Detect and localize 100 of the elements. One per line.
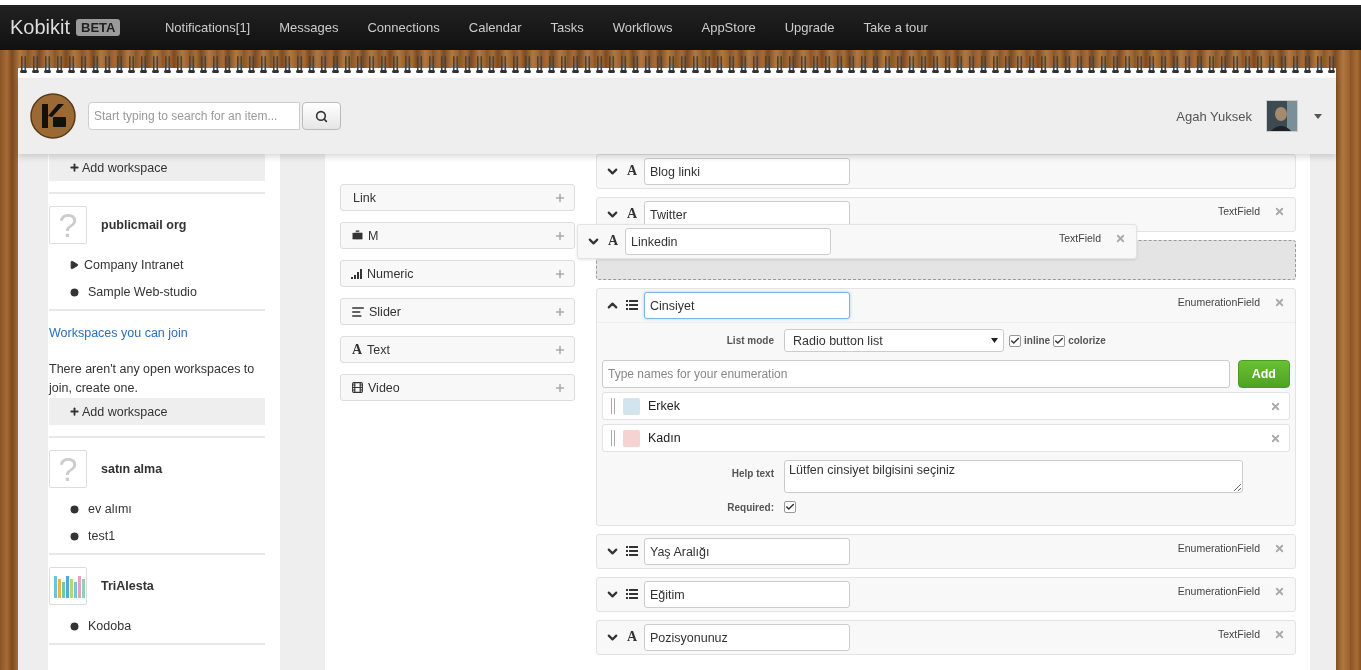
close-icon[interactable]: [1274, 629, 1285, 640]
film-icon: [351, 381, 364, 394]
drag-handle-icon[interactable]: [611, 398, 615, 414]
add-icon[interactable]: [554, 229, 566, 242]
close-icon[interactable]: [1274, 543, 1285, 554]
field-type-label: TextField: [1059, 232, 1101, 244]
letter-icon: A: [626, 163, 638, 179]
field-type-label: EnumerationField: [1177, 296, 1260, 308]
search-icon: [315, 109, 328, 123]
help-text-label: Help text: [730, 467, 774, 479]
field-name-input[interactable]: Cinsiyet: [644, 292, 850, 319]
info-text: There aren't any open workspaces to join, create one.: [49, 361, 256, 397]
plus-icon: [69, 162, 80, 173]
list-mode-label: List mode: [725, 335, 774, 346]
add-icon[interactable]: [554, 343, 566, 356]
nav-link[interactable]: Notifications[1]: [150, 20, 265, 35]
nav-link[interactable]: Connections: [353, 20, 455, 35]
color-swatch[interactable]: [623, 429, 640, 447]
search-field[interactable]: Start typing to search for an item...: [88, 102, 300, 130]
workspace-item[interactable]: Company Intranet: [69, 259, 265, 271]
add-icon[interactable]: [554, 381, 566, 394]
nav-link[interactable]: Take a tour: [849, 20, 943, 35]
add-icon[interactable]: [554, 191, 566, 204]
beta-badge: BETA: [76, 19, 121, 36]
placeholder-logo: ?: [49, 450, 87, 488]
required-label: Required:: [726, 501, 774, 513]
close-icon[interactable]: [1270, 432, 1281, 444]
nav-link[interactable]: Tasks: [536, 20, 599, 35]
dragged-field-card[interactable]: A Linkedin TextField: [577, 224, 1137, 259]
add-icon[interactable]: [554, 267, 566, 280]
letter-icon: A: [351, 341, 363, 358]
add-icon[interactable]: [554, 305, 566, 318]
enumeration-input[interactable]: Type names for your enumeration: [602, 360, 1230, 388]
workspace-item[interactable]: Sample Web-studio: [69, 286, 265, 298]
letter-icon: A: [607, 233, 619, 249]
inline-label: inline: [1024, 335, 1051, 346]
workspace-name[interactable]: TriAlesta: [101, 579, 154, 593]
plus-icon: [69, 406, 80, 417]
required-checkbox[interactable]: [784, 501, 796, 513]
inline-checkbox[interactable]: [1009, 334, 1021, 347]
field-name-input[interactable]: Yaş Aralığı: [644, 538, 850, 565]
option-label: Erkek: [648, 399, 681, 413]
search-button[interactable]: [302, 102, 341, 130]
join-workspaces-link[interactable]: Workspaces you can join: [49, 326, 265, 340]
logo-icon: [49, 567, 87, 605]
workspace-item[interactable]: Kodoba: [69, 620, 265, 632]
drag-handle-icon[interactable]: [611, 430, 615, 446]
palette-item[interactable]: Slider: [340, 298, 575, 325]
letter-icon: A: [626, 629, 638, 645]
field-type-label: EnumerationField: [1177, 585, 1260, 597]
list-icon: [626, 589, 638, 599]
colorize-label: colorize: [1068, 335, 1106, 346]
workspace-name[interactable]: satın alma: [101, 462, 163, 476]
enumeration-option[interactable]: Erkek: [602, 392, 1290, 420]
brand-name[interactable]: Kobikit: [10, 16, 71, 39]
palette-item[interactable]: M: [340, 222, 575, 249]
nav-link[interactable]: Calendar: [454, 20, 537, 35]
colorize-checkbox[interactable]: [1053, 334, 1066, 347]
field-type-label: TextField: [1218, 205, 1260, 217]
field-type-label: EnumerationField: [1177, 542, 1260, 554]
letter-icon: A: [626, 206, 638, 222]
logo-icon[interactable]: [30, 93, 76, 139]
field-name-input[interactable]: Blog linki: [644, 158, 850, 185]
field-name-input[interactable]: Pozisyonunuz: [644, 624, 850, 651]
palette-item[interactable]: Link: [340, 184, 575, 211]
list-mode-select[interactable]: Radio button list: [784, 329, 1004, 352]
nav-link[interactable]: Messages: [264, 20, 353, 35]
palette-item[interactable]: Numeric: [340, 260, 575, 287]
color-swatch[interactable]: [623, 397, 640, 415]
workspace-item[interactable]: test1: [69, 530, 265, 542]
close-icon[interactable]: [1274, 297, 1285, 308]
palette-item[interactable]: Video: [340, 374, 575, 401]
user-name[interactable]: Agah Yuksek: [1176, 108, 1252, 124]
triangle-icon: [69, 260, 79, 270]
caret-icon[interactable]: [991, 338, 998, 343]
palette-item[interactable]: A Text: [340, 336, 575, 363]
close-icon[interactable]: [1274, 206, 1285, 217]
close-icon[interactable]: [1115, 233, 1126, 244]
caret-icon[interactable]: [1314, 113, 1322, 119]
add-workspace-button[interactable]: Add workspace: [49, 398, 265, 425]
nav-link[interactable]: AppStore: [687, 20, 771, 35]
list-icon: [626, 546, 638, 556]
option-label: Kadın: [648, 431, 682, 445]
nav-link[interactable]: Workflows: [598, 20, 687, 35]
close-icon[interactable]: [1274, 586, 1285, 597]
briefcase-icon: [351, 229, 364, 242]
add-workspace-button[interactable]: Add workspace: [49, 154, 265, 181]
align-left-icon: [351, 304, 365, 319]
list-icon: [626, 300, 638, 310]
enumeration-option[interactable]: Kadın: [602, 424, 1290, 452]
nav-link[interactable]: Upgrade: [770, 20, 850, 35]
field-name-input[interactable]: Eğitim: [644, 581, 850, 608]
close-icon[interactable]: [1270, 400, 1281, 412]
field-type-label: TextField: [1218, 628, 1260, 640]
help-text-field[interactable]: Lütfen cinsiyet bilgisini seçiniz: [784, 460, 1243, 493]
workspace-item[interactable]: ev alımı: [69, 503, 265, 515]
signal-bars-icon: [351, 268, 363, 279]
placeholder-logo: ?: [49, 206, 87, 244]
field-name-input[interactable]: Linkedin: [625, 228, 831, 255]
workspace-name[interactable]: publicmail org: [101, 218, 187, 232]
